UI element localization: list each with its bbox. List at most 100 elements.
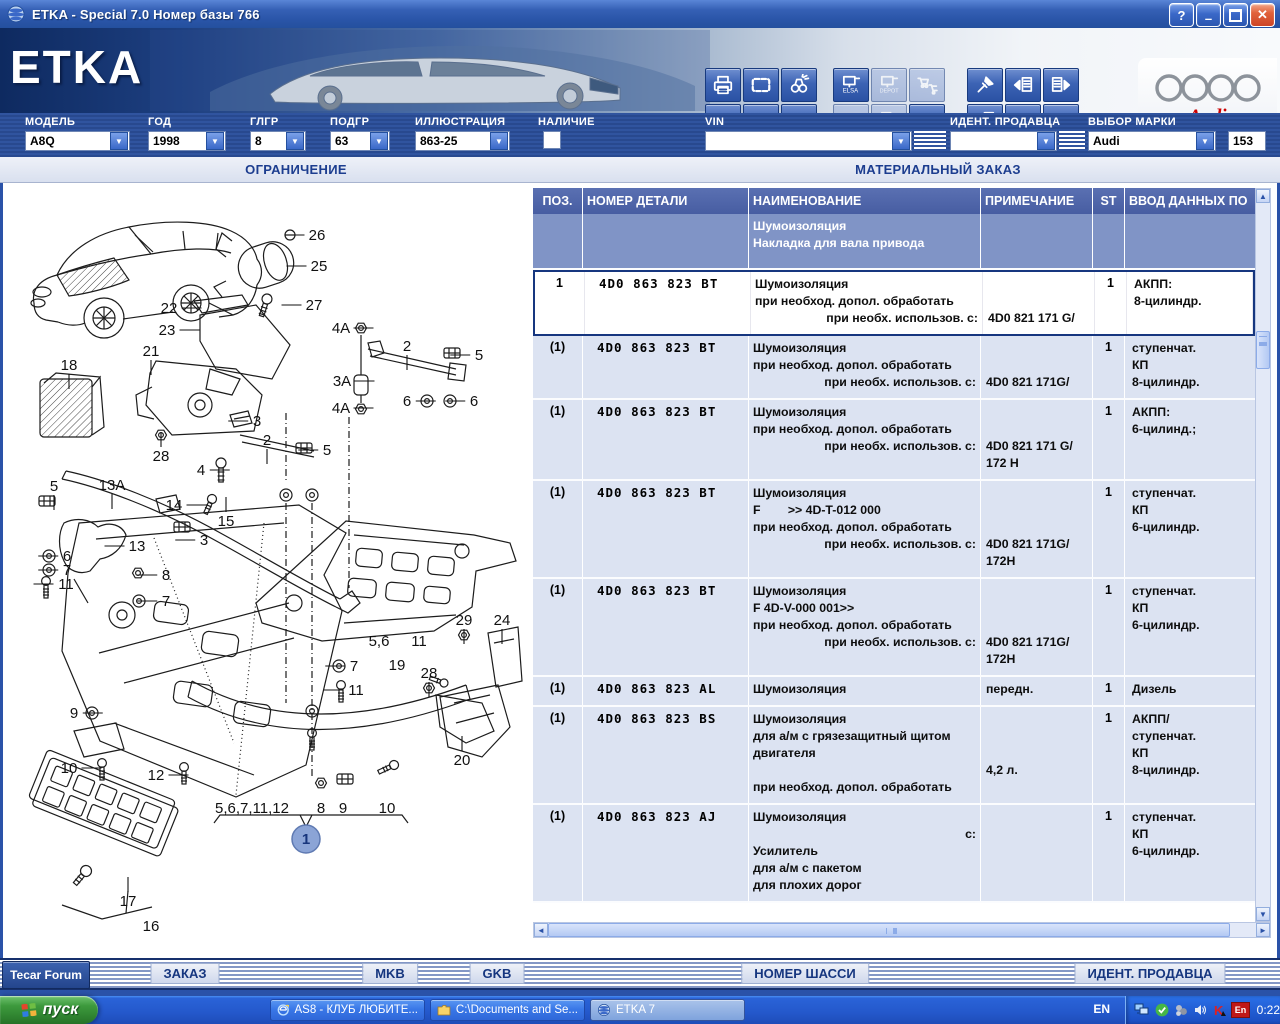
- volume-icon[interactable]: [1193, 1002, 1208, 1018]
- task-button-etka[interactable]: ETKA 7: [590, 999, 745, 1021]
- diagram-callout[interactable]: 5: [50, 478, 58, 495]
- parts-diagram[interactable]: 262527222321184A253A664A322845513A141531…: [4, 183, 528, 955]
- language-indicator[interactable]: EN: [1093, 1002, 1110, 1016]
- task-button-explorer[interactable]: C:\Documents and Se...: [430, 999, 585, 1021]
- scheduler-icon[interactable]: [1173, 1002, 1188, 1018]
- diagram-callout[interactable]: 3: [253, 413, 261, 430]
- diagram-callout[interactable]: 2: [263, 432, 271, 449]
- doc-previous-icon[interactable]: [1005, 68, 1041, 102]
- search-parts-icon[interactable]: [781, 68, 817, 102]
- diagram-callout[interactable]: 20: [454, 752, 471, 769]
- subgroup-combo[interactable]: 63▼: [330, 131, 390, 151]
- chevron-down-icon[interactable]: ▼: [206, 132, 224, 150]
- diagram-callout[interactable]: 5,6,7,11,12: [215, 800, 289, 817]
- diagram-callout[interactable]: 2: [403, 338, 411, 355]
- restriction-header[interactable]: ОГРАНИЧЕНИЕ: [245, 162, 347, 177]
- year-combo[interactable]: 1998▼: [148, 131, 226, 151]
- scroll-up-icon[interactable]: ▲: [1256, 189, 1270, 203]
- scroll-right-icon[interactable]: ►: [1256, 923, 1270, 937]
- table-row[interactable]: 14D0 863 823 BTШумоизоляцияпри необход. …: [533, 270, 1255, 336]
- doc-next-icon[interactable]: [1043, 68, 1079, 102]
- table-vertical-scrollbar[interactable]: ▲ ▼: [1255, 188, 1271, 922]
- diagram-callout[interactable]: 9: [339, 800, 347, 817]
- dealer-combo[interactable]: ▼: [950, 131, 1057, 151]
- scroll-down-icon[interactable]: ▼: [1256, 907, 1270, 921]
- dealer-id-button[interactable]: ИДЕНТ. ПРОДАВЦА: [1074, 963, 1225, 984]
- diagram-callout[interactable]: 3A: [333, 373, 351, 390]
- horizontal-scroll-thumb[interactable]: [548, 923, 1230, 937]
- help-button[interactable]: ?: [1169, 3, 1194, 27]
- diagram-callout[interactable]: 15: [218, 513, 235, 530]
- diagram-position-highlight[interactable]: 1: [292, 825, 320, 853]
- diagram-callout[interactable]: 8: [317, 800, 325, 817]
- diagram-callout[interactable]: 4: [197, 462, 205, 479]
- diagram-callout[interactable]: 5: [323, 442, 331, 459]
- order-button[interactable]: ЗАКАЗ: [151, 963, 220, 984]
- diagram-callout[interactable]: 3: [200, 532, 208, 549]
- diagram-callout[interactable]: 11: [411, 633, 427, 650]
- diagram-callout[interactable]: 5: [475, 347, 483, 364]
- pin-icon[interactable]: [967, 68, 1003, 102]
- col-header-name[interactable]: НАИМЕНОВАНИЕ: [749, 188, 981, 214]
- table-row[interactable]: (1)4D0 863 823 AJШумоизоляцияс:Усилитель…: [533, 805, 1255, 903]
- diagram-callout[interactable]: 10: [379, 800, 396, 817]
- depot-terminal-icon[interactable]: DEPOT: [871, 68, 907, 102]
- main-group-combo[interactable]: 8▼: [250, 131, 306, 151]
- cart-transfer-icon[interactable]: [909, 68, 945, 102]
- availability-checkbox[interactable]: [543, 131, 561, 149]
- col-header-data-entry[interactable]: ВВОД ДАННЫХ ПО: [1125, 188, 1255, 214]
- diagram-callout[interactable]: 7: [162, 593, 170, 610]
- diagram-callout[interactable]: 22: [161, 300, 178, 317]
- diagram-callout[interactable]: 23: [159, 322, 176, 339]
- col-header-part-number[interactable]: НОМЕР ДЕТАЛИ: [583, 188, 749, 214]
- diagram-callout[interactable]: 12: [148, 767, 165, 784]
- diagram-callout[interactable]: 18: [61, 357, 78, 374]
- diagram-callout[interactable]: 21: [143, 343, 160, 360]
- diagram-callout[interactable]: 11: [58, 576, 74, 593]
- diagram-callout[interactable]: 26: [309, 227, 326, 244]
- table-horizontal-scrollbar[interactable]: ◄ ►: [533, 922, 1271, 938]
- chevron-down-icon[interactable]: ▼: [892, 132, 910, 150]
- diagram-callout[interactable]: 13A: [99, 477, 126, 494]
- security-shield-icon[interactable]: [1154, 1002, 1169, 1018]
- diagram-callout[interactable]: 24: [494, 612, 511, 629]
- model-combo[interactable]: A8Q▼: [25, 131, 130, 151]
- taskbar-clock[interactable]: 0:22: [1257, 1003, 1280, 1017]
- elsa-terminal-icon[interactable]: ELSA: [833, 68, 869, 102]
- col-header-st[interactable]: ST: [1093, 188, 1125, 214]
- punto-switcher-icon[interactable]: En: [1231, 1002, 1249, 1018]
- chevron-down-icon[interactable]: ▼: [370, 132, 388, 150]
- diagram-callout[interactable]: 19: [389, 657, 406, 674]
- vin-combo[interactable]: ▼: [705, 131, 912, 151]
- chevron-down-icon[interactable]: ▼: [1196, 132, 1214, 150]
- chevron-down-icon[interactable]: ▼: [490, 132, 508, 150]
- diagram-callout[interactable]: 9: [70, 705, 78, 722]
- diagram-callout[interactable]: 27: [306, 297, 323, 314]
- task-button-browser[interactable]: AS8 - КЛУБ ЛЮБИТЕ...: [270, 999, 425, 1021]
- diagram-callout[interactable]: 11: [348, 682, 364, 699]
- print-icon[interactable]: [705, 68, 741, 102]
- diagram-callout[interactable]: 29: [456, 612, 473, 629]
- table-row[interactable]: (1)4D0 863 823 BTШумоизоляцияF >> 4D-T-0…: [533, 481, 1255, 579]
- diagram-callout[interactable]: 28: [421, 665, 438, 682]
- table-row[interactable]: (1)4D0 863 823 BTШумоизоляцияпри необход…: [533, 336, 1255, 400]
- chevron-down-icon[interactable]: ▼: [110, 132, 128, 150]
- col-header-pos[interactable]: ПОЗ.: [533, 188, 583, 214]
- diagram-callout[interactable]: 4A: [332, 320, 350, 337]
- brand-combo[interactable]: Audi▼: [1088, 131, 1216, 151]
- diagram-callout[interactable]: 7: [350, 658, 358, 675]
- table-row[interactable]: ШумоизоляцияНакладка для вала привода: [533, 214, 1255, 270]
- chevron-down-icon[interactable]: ▼: [286, 132, 304, 150]
- tecar-forum-button[interactable]: Tecar Forum: [2, 961, 90, 989]
- diagram-callout[interactable]: 25: [311, 258, 328, 275]
- gkb-button[interactable]: GKB: [470, 963, 525, 984]
- diagram-callout[interactable]: 10: [61, 760, 78, 777]
- diagram-callout[interactable]: 6: [403, 393, 411, 410]
- title-bar[interactable]: ETKA - Special 7.0 Номер базы 766 ? – ✕: [0, 0, 1280, 28]
- diagram-callout[interactable]: 6: [470, 393, 478, 410]
- diagram-callout[interactable]: 8: [162, 567, 170, 584]
- kaspersky-icon[interactable]: K: [1212, 1002, 1227, 1018]
- close-button[interactable]: ✕: [1250, 3, 1275, 27]
- network-monitors-icon[interactable]: [1134, 1002, 1150, 1018]
- illustration-combo[interactable]: 863-25▼: [415, 131, 510, 151]
